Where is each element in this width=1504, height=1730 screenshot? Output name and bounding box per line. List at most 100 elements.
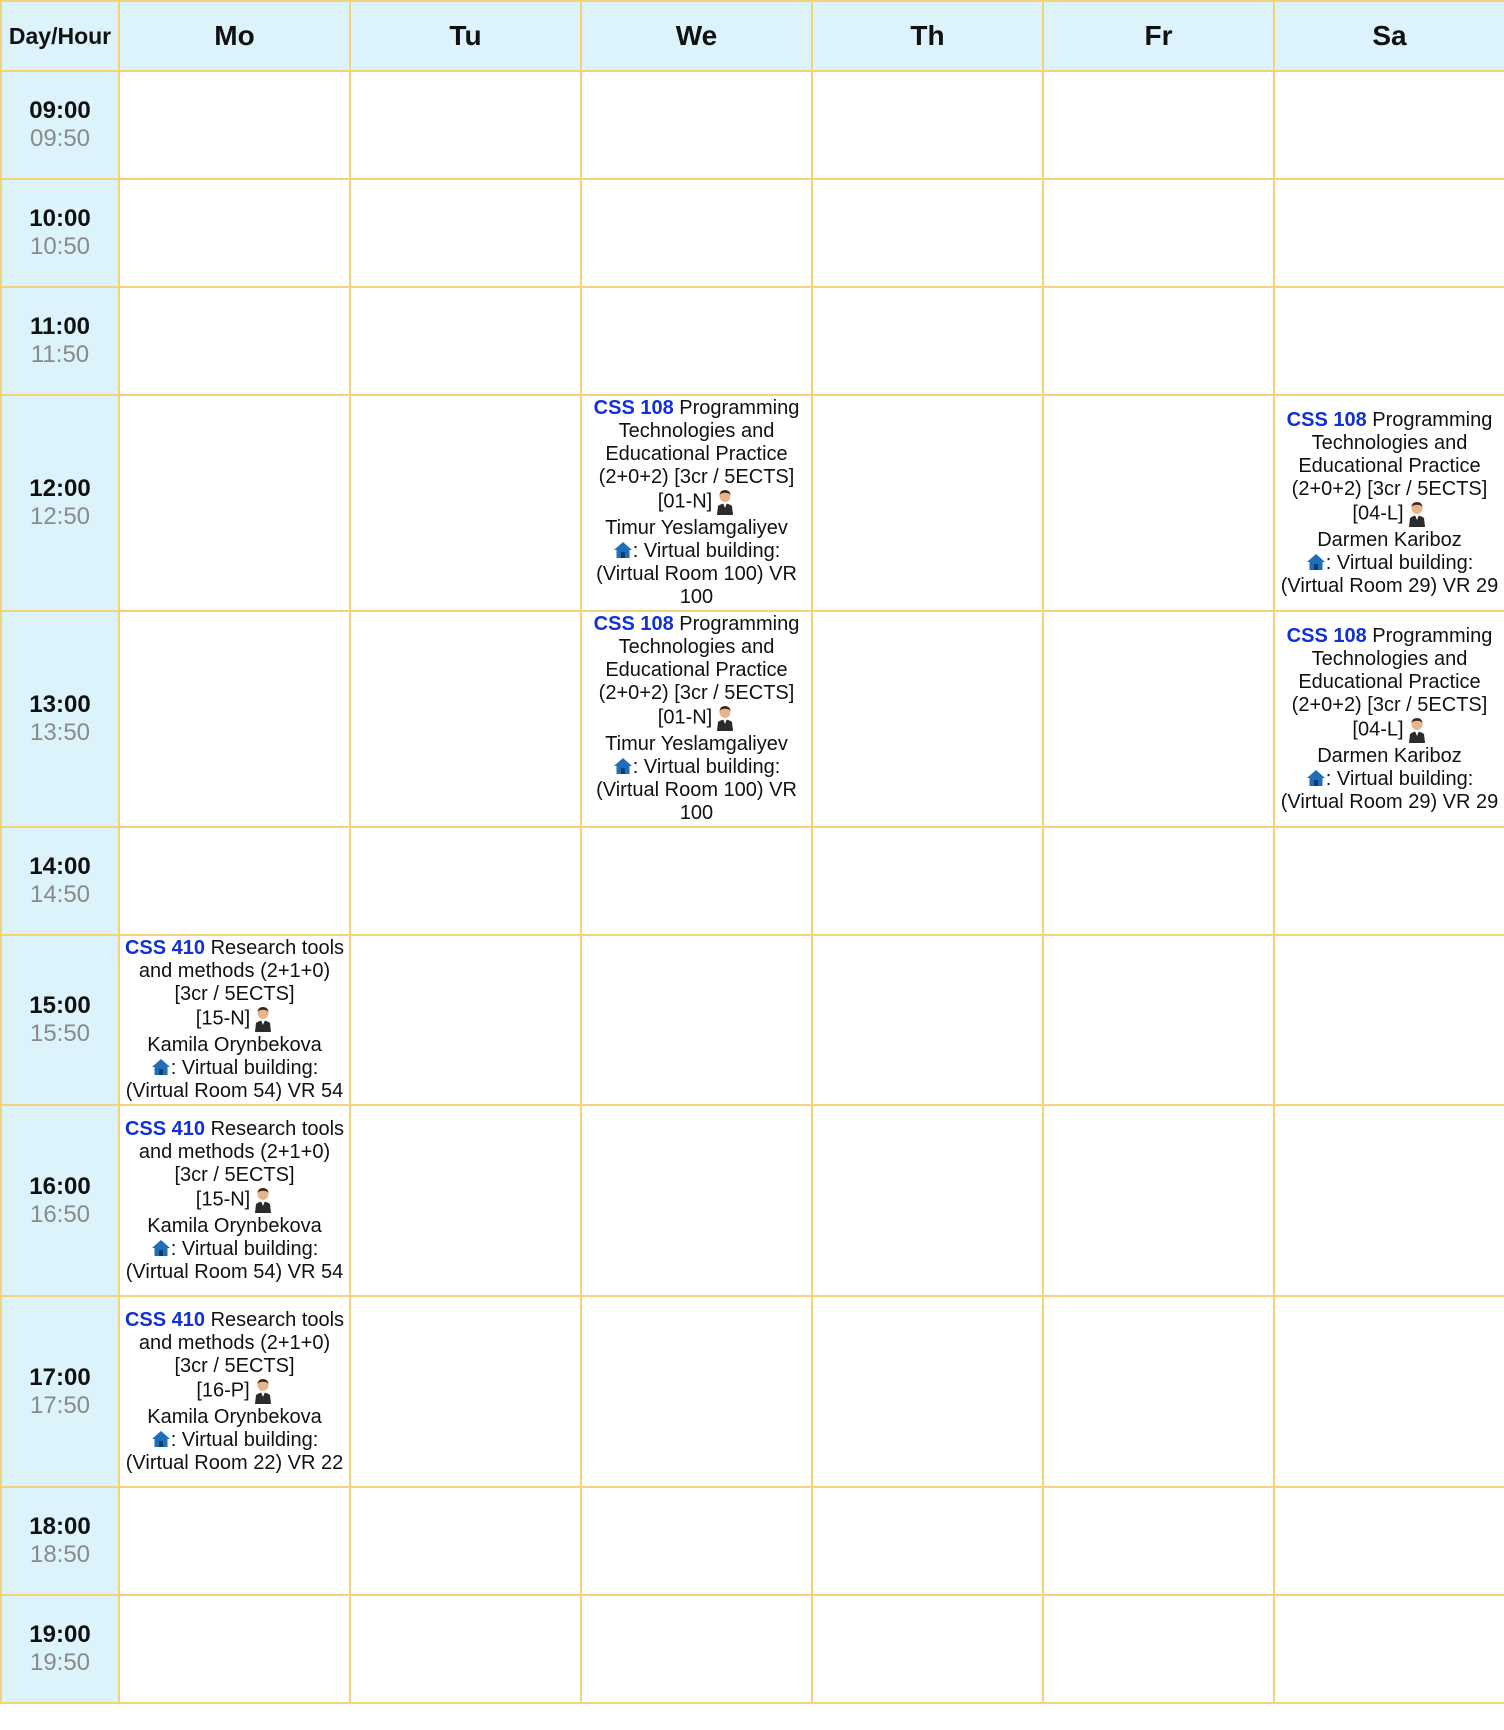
time-slot-cell: 18:00 18:50 bbox=[0, 1486, 120, 1596]
schedule-cell bbox=[1042, 610, 1275, 828]
lesson-entry: CSS 108 Programming Technologies and Edu… bbox=[1275, 408, 1504, 599]
schedule-cell bbox=[811, 286, 1044, 396]
person-icon bbox=[717, 490, 734, 515]
schedule-cell bbox=[1273, 1594, 1504, 1704]
course-code-link[interactable]: CSS 108 bbox=[594, 613, 674, 635]
time-slot-cell: 13:00 13:50 bbox=[0, 610, 120, 828]
course-code-link[interactable]: CSS 410 bbox=[125, 1309, 205, 1331]
time-row: 12:00 12:50 CSS 108 Programming Technologi… bbox=[0, 394, 1504, 612]
slot-end-time: 13:50 bbox=[29, 719, 91, 746]
teacher-name: Darmen Kariboz bbox=[1317, 744, 1462, 767]
lesson-entry: CSS 410 Research tools and methods (2+1+… bbox=[120, 1308, 349, 1476]
schedule-cell: CSS 108 Programming Technologies and Edu… bbox=[1273, 394, 1504, 612]
schedule-cell bbox=[1042, 934, 1275, 1106]
time-row: 15:00 15:50 CSS 410 Research tools and met… bbox=[0, 934, 1504, 1106]
schedule-body: 09:00 09:50 10:00 10:50 11:00 11:50 12:00 12:50… bbox=[0, 70, 1504, 1704]
time-row: 09:00 09:50 bbox=[0, 70, 1504, 180]
schedule-cell bbox=[811, 1594, 1044, 1704]
slot-start-time: 10:00 bbox=[29, 205, 91, 232]
person-icon bbox=[254, 1378, 271, 1404]
day-header-fr: Fr bbox=[1042, 0, 1275, 72]
slot-end-time: 18:50 bbox=[29, 1541, 91, 1568]
course-code-link[interactable]: CSS 108 bbox=[1287, 625, 1367, 647]
schedule-cell bbox=[118, 286, 351, 396]
day-header-sa: Sa bbox=[1273, 0, 1504, 72]
slot-start-time: 14:00 bbox=[29, 853, 91, 880]
slot-end-time: 10:50 bbox=[29, 233, 91, 260]
slot-end-time: 09:50 bbox=[29, 125, 91, 152]
course-code-link[interactable]: CSS 108 bbox=[1287, 409, 1367, 431]
slot-end-time: 16:50 bbox=[29, 1200, 91, 1228]
home-icon bbox=[1306, 553, 1325, 570]
time-slot-cell: 14:00 14:50 bbox=[0, 826, 120, 936]
schedule-cell bbox=[118, 70, 351, 180]
schedule-cell bbox=[580, 1295, 813, 1488]
schedule-table: Day/Hour Mo Tu We Th Fr Sa 09:00 09:50 10:… bbox=[0, 0, 1504, 1704]
slot-start-time: 17:00 bbox=[29, 1363, 91, 1391]
schedule-cell bbox=[1273, 826, 1504, 936]
schedule-cell: CSS 410 Research tools and methods (2+1+… bbox=[118, 1295, 351, 1488]
schedule-cell bbox=[1042, 1104, 1275, 1297]
schedule-cell bbox=[811, 610, 1044, 828]
schedule-cell bbox=[1042, 826, 1275, 936]
group-label: [04-L] bbox=[1352, 501, 1404, 524]
schedule-cell: CSS 108 Programming Technologies and Edu… bbox=[580, 610, 813, 828]
teacher-name: Timur Yeslamgaliyev bbox=[605, 517, 788, 539]
schedule-cell: CSS 108 Programming Technologies and Edu… bbox=[1273, 610, 1504, 828]
teacher-name: Timur Yeslamgaliyev bbox=[605, 733, 788, 755]
day-header-mo: Mo bbox=[118, 0, 351, 72]
group-label: [15-N] bbox=[195, 1187, 251, 1210]
slot-end-time: 15:50 bbox=[29, 1020, 91, 1047]
day-header-tu: Tu bbox=[349, 0, 582, 72]
slot-start-time: 15:00 bbox=[29, 992, 91, 1019]
schedule-cell bbox=[118, 178, 351, 288]
time-row: 11:00 11:50 bbox=[0, 286, 1504, 396]
schedule-cell bbox=[1042, 394, 1275, 612]
schedule-cell bbox=[580, 178, 813, 288]
schedule-cell bbox=[811, 1295, 1044, 1488]
course-code-link[interactable]: CSS 410 bbox=[125, 937, 205, 959]
time-row: 18:00 18:50 bbox=[0, 1486, 1504, 1596]
teacher-name: Darmen Kariboz bbox=[1317, 528, 1462, 551]
schedule-cell bbox=[580, 826, 813, 936]
slot-start-time: 13:00 bbox=[29, 691, 91, 718]
group-label: [15-N] bbox=[195, 1007, 251, 1030]
time-slot-cell: 16:00 16:50 bbox=[0, 1104, 120, 1297]
teacher-name: Kamila Orynbekova bbox=[147, 1405, 322, 1428]
person-icon bbox=[255, 1007, 272, 1032]
time-slot-cell: 09:00 09:50 bbox=[0, 70, 120, 180]
schedule-cell bbox=[118, 610, 351, 828]
schedule-cell bbox=[580, 70, 813, 180]
person-icon bbox=[255, 1187, 272, 1213]
schedule-cell: CSS 108 Programming Technologies and Edu… bbox=[580, 394, 813, 612]
schedule-cell bbox=[811, 70, 1044, 180]
slot-start-time: 16:00 bbox=[29, 1172, 91, 1200]
schedule-cell bbox=[1273, 1104, 1504, 1297]
teacher-name: Kamila Orynbekova bbox=[147, 1034, 322, 1056]
slot-start-time: 09:00 bbox=[29, 97, 91, 124]
day-header-th: Th bbox=[811, 0, 1044, 72]
schedule-cell bbox=[1273, 1295, 1504, 1488]
time-row: 10:00 10:50 bbox=[0, 178, 1504, 288]
course-code-link[interactable]: CSS 410 bbox=[125, 1118, 205, 1140]
home-icon bbox=[1306, 769, 1325, 786]
slot-end-time: 19:50 bbox=[29, 1649, 91, 1676]
schedule-cell bbox=[580, 1104, 813, 1297]
schedule-cell bbox=[580, 1486, 813, 1596]
schedule-cell bbox=[811, 934, 1044, 1106]
group-label: [01-N] bbox=[657, 706, 713, 729]
corner-header: Day/Hour bbox=[0, 0, 120, 72]
group-label: [01-N] bbox=[657, 490, 713, 513]
person-icon bbox=[1408, 501, 1425, 527]
schedule-cell: CSS 410 Research tools and methods (2+1+… bbox=[118, 934, 351, 1106]
person-icon bbox=[1408, 717, 1425, 743]
schedule-cell bbox=[1042, 178, 1275, 288]
time-row: 13:00 13:50 CSS 108 Programming Technologi… bbox=[0, 610, 1504, 828]
schedule-cell bbox=[1273, 1486, 1504, 1596]
time-row: 19:00 19:50 bbox=[0, 1594, 1504, 1704]
schedule-cell bbox=[811, 1486, 1044, 1596]
schedule-cell bbox=[811, 394, 1044, 612]
schedule-cell bbox=[580, 286, 813, 396]
course-code-link[interactable]: CSS 108 bbox=[594, 397, 674, 419]
slot-start-time: 12:00 bbox=[29, 475, 91, 502]
